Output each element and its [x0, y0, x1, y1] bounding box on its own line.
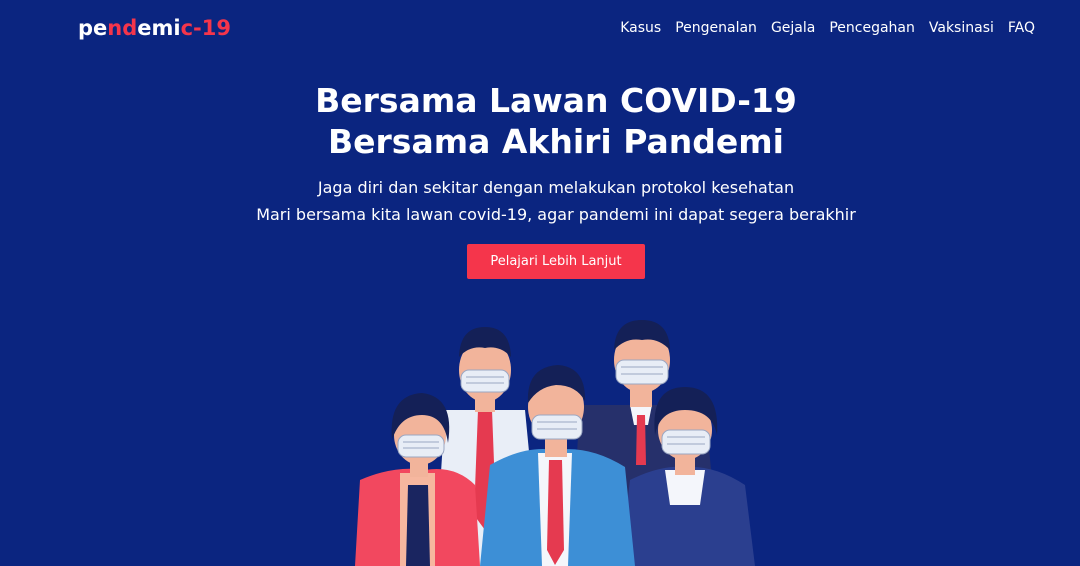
brand-logo-part: c-19 — [180, 16, 231, 40]
hero-subtitle-line-1: Jaga diri dan sekitar dengan melakukan p… — [317, 178, 795, 197]
hero-subtitle: Jaga diri dan sekitar dengan melakukan p… — [0, 174, 1080, 228]
masked-people-group-illustration — [355, 320, 755, 566]
brand-logo-part: pe — [78, 16, 108, 40]
navbar: pendemic-19 Kasus Pengenalan Gejala Penc… — [0, 0, 1080, 56]
hero-title: Bersama Lawan COVID-19 Bersama Akhiri Pa… — [0, 80, 1080, 162]
hero-title-line-1: Bersama Lawan COVID-19 — [315, 81, 797, 120]
brand-logo-part: emi — [137, 16, 181, 40]
learn-more-button[interactable]: Pelajari Lebih Lanjut — [467, 244, 645, 279]
person-center-man — [480, 365, 635, 566]
nav-link-faq[interactable]: FAQ — [1008, 18, 1035, 38]
nav-link-kasus[interactable]: Kasus — [620, 18, 661, 38]
brand-logo-part: nd — [107, 16, 138, 40]
nav-link-pencegahan[interactable]: Pencegahan — [829, 18, 915, 38]
nav-link-pengenalan[interactable]: Pengenalan — [675, 18, 757, 38]
nav-menu: Kasus Pengenalan Gejala Pencegahan Vaksi… — [620, 18, 1035, 38]
nav-link-gejala[interactable]: Gejala — [771, 18, 815, 38]
nav-link-vaksinasi[interactable]: Vaksinasi — [929, 18, 994, 38]
hero-title-line-2: Bersama Akhiri Pandemi — [328, 122, 784, 161]
hero-subtitle-line-2: Mari bersama kita lawan covid-19, agar p… — [256, 205, 856, 224]
brand-logo[interactable]: pendemic-19 — [78, 15, 231, 41]
